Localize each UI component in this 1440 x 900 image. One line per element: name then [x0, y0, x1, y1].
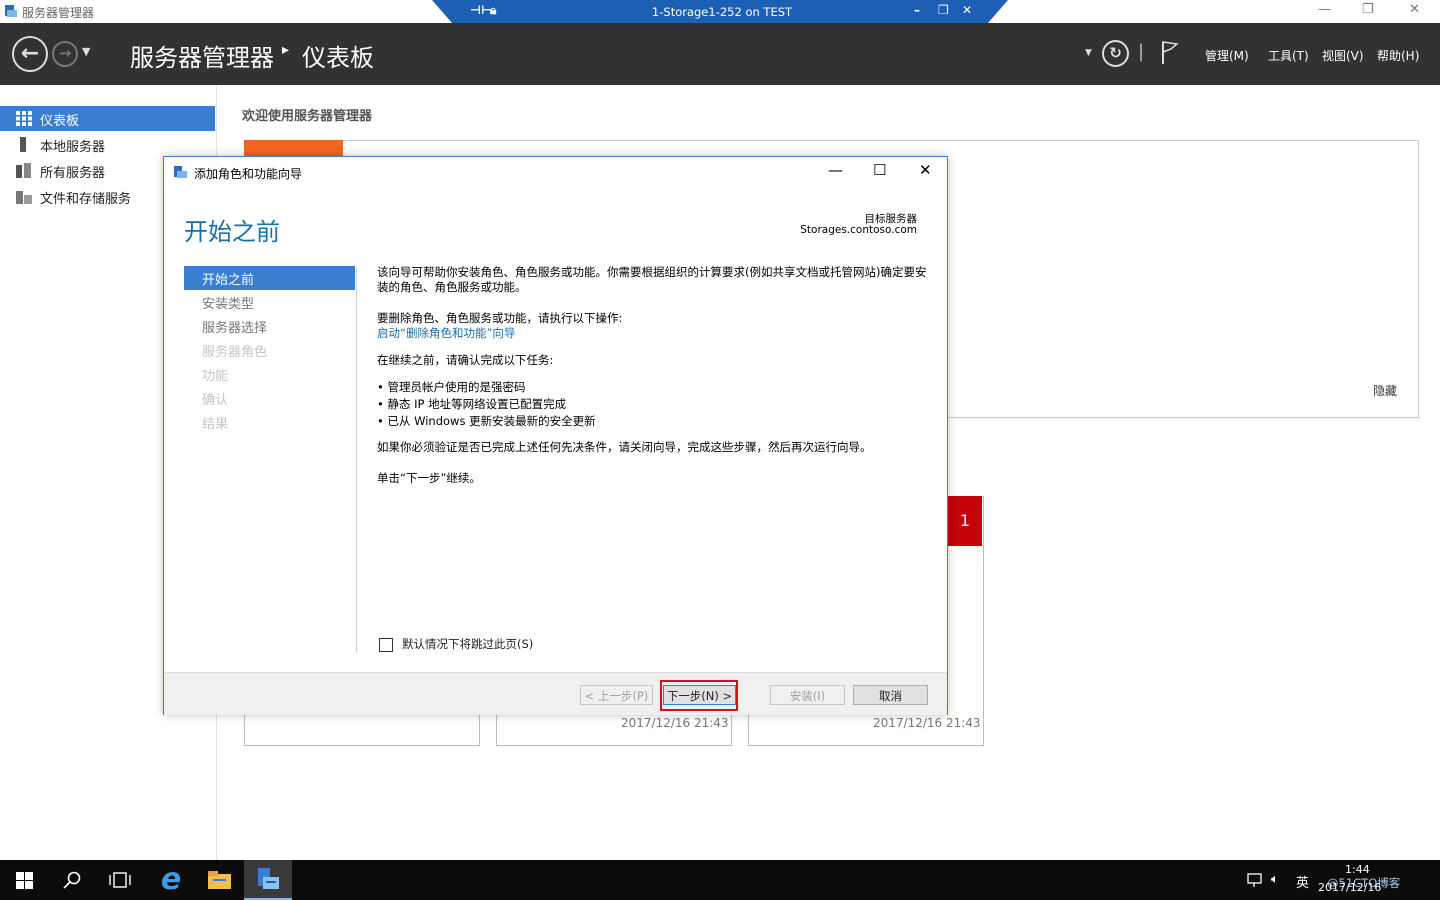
server-manager-icon: [258, 868, 279, 889]
taskbar: e 🔈︎ 英 1:44 2017/12/16 @51CTO博客: [0, 860, 1440, 900]
minimize-icon[interactable]: —: [1318, 2, 1331, 17]
step-server-roles: 服务器角色: [184, 338, 355, 362]
step-divider: [356, 267, 357, 653]
dialog-minimize-icon[interactable]: —: [828, 161, 843, 179]
sidebar-item-label: 所有服务器: [40, 166, 106, 181]
skip-page-checkbox[interactable]: [379, 638, 393, 652]
app-header: ← → ▼ 服务器管理器 ▸ 仪表板 ▼ ↻ | 管理(M) 工具(T) 视图(…: [0, 23, 1440, 85]
file-explorer-icon[interactable]: [207, 870, 232, 890]
refresh-icon[interactable]: ↻: [1102, 40, 1129, 67]
welcome-heading: 欢迎使用服务器管理器: [242, 109, 373, 124]
flag-icon[interactable]: [1160, 40, 1180, 66]
dialog-close-icon[interactable]: ✕: [919, 161, 932, 179]
step-label: 开始之前: [202, 273, 255, 288]
search-icon[interactable]: [63, 871, 81, 889]
prerequisite-item: • 静态 IP 地址等网络设置已配置完成: [377, 397, 567, 411]
window-title: 服务器管理器: [22, 6, 95, 20]
prerequisite-item: • 已从 Windows 更新安装最新的安全更新: [377, 414, 596, 428]
cancel-button[interactable]: 取消: [853, 685, 928, 705]
storage-icon: [16, 191, 32, 204]
step-before-you-begin[interactable]: 开始之前: [184, 266, 355, 290]
rdp-minimize-icon[interactable]: –: [914, 3, 920, 17]
previous-button[interactable]: < 上一步(P): [580, 685, 653, 705]
tile-timestamp: 2017/12/16 21:43: [873, 716, 981, 730]
menu-help[interactable]: 帮助(H): [1377, 47, 1419, 64]
dialog-footer: < 上一步(P) 下一步(N) > 安装(I) 取消: [164, 672, 947, 715]
prerequisites-heading: 在继续之前，请确认完成以下任务:: [377, 353, 554, 367]
rdp-title: 1-Storage1-252 on TEST: [651, 5, 793, 19]
step-results: 结果: [184, 410, 355, 434]
task-view-icon[interactable]: [109, 872, 131, 888]
restore-icon[interactable]: ❐: [1362, 2, 1374, 17]
step-server-selection[interactable]: 服务器选择: [184, 314, 355, 338]
menu-view[interactable]: 视图(V): [1322, 47, 1364, 64]
prerequisite-text: 静态 IP 地址等网络设置已配置完成: [387, 397, 567, 411]
hide-link[interactable]: 隐藏: [1373, 382, 1397, 399]
history-dropdown-icon[interactable]: ▼: [82, 45, 90, 58]
wizard-app-icon: [174, 166, 187, 178]
breadcrumb-root: 服务器管理器: [130, 44, 274, 72]
step-confirmation: 确认: [184, 386, 355, 410]
back-button[interactable]: ←: [12, 36, 48, 72]
add-roles-wizard-dialog: 添加角色和功能向导 — ☐ ✕ 开始之前 目标服务器 Storages.cont…: [163, 156, 948, 715]
forward-button[interactable]: →: [52, 41, 78, 67]
step-installation-type[interactable]: 安装类型: [184, 290, 355, 314]
step-label: 安装类型: [202, 297, 255, 312]
step-label: 结果: [202, 417, 229, 432]
tile-timestamp: 2017/12/16 21:43: [621, 716, 729, 730]
servers-icon: [16, 163, 31, 178]
sidebar-item-label: 本地服务器: [40, 140, 106, 155]
server-icon: [20, 137, 26, 152]
prerequisite-item: • 管理员帐户使用的是强密码: [377, 380, 526, 394]
step-features: 功能: [184, 362, 355, 386]
step-label: 服务器角色: [202, 345, 268, 360]
header-divider: |: [1138, 41, 1145, 62]
sidebar-item-label: 文件和存储服务: [40, 192, 132, 207]
internet-explorer-icon[interactable]: e: [154, 862, 188, 898]
server-manager-taskbar-button[interactable]: [244, 860, 292, 900]
sidebar-item-local-server[interactable]: 本地服务器: [0, 132, 215, 157]
intro-text: 该向导可帮助你安装角色、角色服务或功能。你需要根据组织的计算要求(例如共享文档或…: [377, 265, 927, 294]
close-icon[interactable]: ✕: [1409, 2, 1420, 17]
menu-tools[interactable]: 工具(T): [1268, 47, 1309, 64]
prerequisite-text: 管理员帐户使用的是强密码: [387, 380, 526, 394]
server-manager-app-icon: [5, 5, 17, 17]
pin-icon[interactable]: ⊣⊢: [470, 3, 492, 17]
verify-text: 如果你必须验证是否已完成上述任何先决条件，请关闭向导，完成这些步骤，然后再次运行…: [377, 440, 872, 454]
volume-muted-icon[interactable]: 🔈︎: [1271, 872, 1279, 887]
input-method-indicator[interactable]: 英: [1296, 872, 1309, 891]
prerequisite-text: 已从 Windows 更新安装最新的安全更新: [387, 414, 596, 428]
remove-instructions: 要删除角色、角色服务或功能，请执行以下操作:: [377, 311, 623, 325]
sidebar-item-dashboard[interactable]: 仪表板: [0, 106, 215, 131]
dashboard-icon: [16, 111, 32, 126]
dialog-title: 添加角色和功能向导: [194, 167, 303, 181]
remove-roles-wizard-link[interactable]: 启动“删除角色和功能”向导: [377, 326, 515, 341]
install-button[interactable]: 安装(I): [770, 685, 845, 705]
breadcrumb-separator: ▸: [282, 42, 290, 58]
rdp-connection-bar: ⊣⊢ 🔒︎ 1-Storage1-252 on TEST – ❐ ✕: [432, 0, 1008, 23]
menu-manage[interactable]: 管理(M): [1205, 47, 1249, 64]
rdp-close-icon[interactable]: ✕: [962, 3, 972, 17]
rdp-restore-icon[interactable]: ❐: [938, 3, 949, 17]
lock-icon[interactable]: 🔒︎: [490, 3, 496, 18]
step-label: 功能: [202, 369, 229, 384]
notification-dropdown-icon[interactable]: ▼: [1085, 48, 1092, 58]
dialog-maximize-icon[interactable]: ☐: [873, 161, 886, 179]
alert-count-badge: 1: [948, 496, 982, 546]
continue-text: 单击“下一步”继续。: [377, 471, 481, 485]
start-windows-icon[interactable]: [16, 872, 33, 889]
network-icon[interactable]: [1247, 873, 1265, 888]
breadcrumb-page: 仪表板: [302, 44, 374, 72]
watermark: @51CTO博客: [1327, 876, 1401, 890]
quick-start-tab[interactable]: [244, 140, 343, 156]
destination-server-name: Storages.contoso.com: [800, 224, 917, 236]
wizard-page-heading: 开始之前: [184, 218, 280, 246]
step-label: 服务器选择: [202, 321, 268, 336]
next-button-highlight: [660, 680, 738, 711]
sidebar-item-label: 仪表板: [40, 114, 80, 129]
step-label: 确认: [202, 393, 229, 408]
skip-page-label[interactable]: 默认情况下将跳过此页(S): [402, 636, 533, 652]
